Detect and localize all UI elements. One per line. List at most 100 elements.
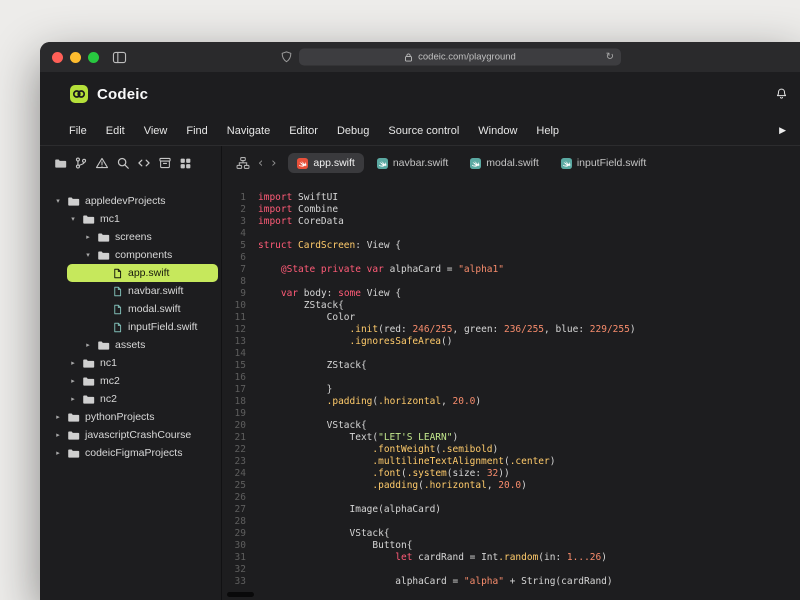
- swift-file-icon: [561, 158, 572, 169]
- code-line-17: 17 }: [222, 384, 800, 396]
- tree-item-pythonprojects[interactable]: ▸ pythonProjects: [40, 408, 221, 426]
- line-number: 4: [222, 228, 246, 240]
- code-editor[interactable]: 1import SwiftUI2import Combine3import Co…: [222, 180, 800, 600]
- hierarchy-icon[interactable]: [236, 156, 250, 170]
- code-line-10: 10 ZStack{: [222, 300, 800, 312]
- minimize-window-button[interactable]: [70, 52, 81, 63]
- tree-item-nc2[interactable]: ▸ nc2: [40, 390, 221, 408]
- url-bar[interactable]: codeic.com/playground ↻: [299, 49, 621, 66]
- code-line-13: 13 .ignoresSafeArea(): [222, 336, 800, 348]
- line-number: 14: [222, 348, 246, 360]
- tree-item-label: assets: [115, 339, 145, 351]
- menu-item-edit[interactable]: Edit: [106, 125, 125, 137]
- tree-item-mc2[interactable]: ▸mc2: [40, 372, 221, 390]
- chevron-down-icon[interactable]: ▾: [84, 251, 92, 259]
- chevron-right-icon[interactable]: ▸: [54, 431, 62, 439]
- tab-inputfield-swift[interactable]: inputField.swift: [552, 153, 655, 173]
- shield-icon[interactable]: [281, 51, 292, 64]
- menu-item-navigate[interactable]: Navigate: [227, 125, 270, 137]
- package-icon[interactable]: [158, 156, 172, 170]
- chevron-right-icon[interactable]: ▸: [69, 395, 77, 403]
- tree-item-javascriptcrashcourse[interactable]: ▸javascriptCrashCourse: [40, 426, 221, 444]
- line-number: 25: [222, 480, 246, 492]
- tree-item-navbar-swift[interactable]: navbar.swift: [40, 282, 221, 300]
- chevron-right-icon[interactable]: ▸: [69, 359, 77, 367]
- code-line-2: 2import Combine: [222, 204, 800, 216]
- folder-icon: [67, 429, 80, 442]
- chevron-left-icon[interactable]: ‹: [258, 157, 263, 170]
- tree-item-label: appledevProjects: [85, 195, 166, 207]
- tree-item-inputfield-swift[interactable]: inputField.swift: [40, 318, 221, 336]
- chevron-right-icon[interactable]: ›: [271, 157, 276, 170]
- tree-item-assets[interactable]: ▸ assets: [40, 336, 221, 354]
- menu-item-debug[interactable]: Debug: [337, 125, 369, 137]
- tree-item-appledevprojects[interactable]: ▾ appledevProjects: [40, 192, 221, 210]
- menu-item-file[interactable]: File: [69, 125, 87, 137]
- tree-item-codeicfigmaprojects[interactable]: ▸codeicFigmaProjects: [40, 444, 221, 462]
- menu-item-editor[interactable]: Editor: [289, 125, 318, 137]
- code-line-31: 31 let cardRand = Int.random(in: 1...26): [222, 552, 800, 564]
- tab-label: app.swift: [313, 157, 354, 169]
- code-text: Color: [246, 312, 355, 324]
- code-text: ZStack{: [246, 300, 344, 312]
- tree-item-app-swift[interactable]: app.swift: [67, 264, 218, 282]
- code-icon[interactable]: [137, 156, 151, 170]
- run-icon[interactable]: ▶: [779, 126, 786, 136]
- line-number: 10: [222, 300, 246, 312]
- line-number: 11: [222, 312, 246, 324]
- sidebar: ▾ appledevProjects ▾ mc1 ▸screens▾components…: [40, 146, 222, 600]
- horizontal-scrollbar-thumb[interactable]: [227, 592, 254, 597]
- code-line-18: 18 .padding(.horizontal, 20.0): [222, 396, 800, 408]
- chevron-right-icon[interactable]: ▸: [69, 377, 77, 385]
- chevron-right-icon[interactable]: ▸: [54, 413, 62, 421]
- tab-navbar-swift[interactable]: navbar.swift: [368, 153, 457, 173]
- search-icon[interactable]: [116, 156, 130, 170]
- menu-item-help[interactable]: Help: [536, 125, 559, 137]
- tab-label: navbar.swift: [393, 157, 448, 169]
- menu-item-window[interactable]: Window: [478, 125, 517, 137]
- zoom-window-button[interactable]: [88, 52, 99, 63]
- swift-file-icon: [297, 158, 308, 169]
- swift-file-icon: [377, 158, 388, 169]
- extensions-icon[interactable]: [179, 157, 192, 170]
- refresh-icon[interactable]: ↻: [606, 52, 614, 62]
- lock-icon: [404, 52, 413, 62]
- tab-modal-swift[interactable]: modal.swift: [461, 153, 548, 173]
- code-line-33: 33 alphaCard = "alpha" + String(cardRand…: [222, 576, 800, 588]
- tree-item-mc1[interactable]: ▾ mc1: [40, 210, 221, 228]
- code-line-6: 6: [222, 252, 800, 264]
- code-line-28: 28: [222, 516, 800, 528]
- warning-icon[interactable]: [95, 156, 109, 170]
- folder-icon[interactable]: [54, 157, 67, 170]
- code-text: [246, 252, 258, 264]
- tree-item-components[interactable]: ▾components: [40, 246, 221, 264]
- chevron-down-icon[interactable]: ▾: [54, 197, 62, 205]
- tree-item-label: modal.swift: [128, 303, 181, 315]
- code-line-32: 32: [222, 564, 800, 576]
- chevron-right-icon[interactable]: ▸: [84, 233, 92, 241]
- bell-icon[interactable]: [775, 87, 788, 101]
- sidebar-toggle-icon[interactable]: [112, 51, 127, 64]
- line-number: 19: [222, 408, 246, 420]
- tab-app-swift[interactable]: app.swift: [288, 153, 363, 173]
- line-number: 3: [222, 216, 246, 228]
- git-branch-icon[interactable]: [74, 156, 88, 170]
- tree-item-modal-swift[interactable]: modal.swift: [40, 300, 221, 318]
- code-text: struct CardScreen: View {: [246, 240, 401, 252]
- code-line-8: 8: [222, 276, 800, 288]
- menu-item-source-control[interactable]: Source control: [388, 125, 459, 137]
- chevron-right-icon[interactable]: ▸: [54, 449, 62, 457]
- tree-item-screens[interactable]: ▸screens: [40, 228, 221, 246]
- tree-item-label: inputField.swift: [128, 321, 197, 333]
- close-window-button[interactable]: [52, 52, 63, 63]
- tree-item-label: pythonProjects: [85, 411, 154, 423]
- menu-item-find[interactable]: Find: [186, 125, 207, 137]
- folder-icon: [82, 357, 95, 370]
- tree-item-label: mc1: [100, 213, 120, 225]
- menu-item-view[interactable]: View: [144, 125, 168, 137]
- tree-item-label: nc2: [100, 393, 117, 405]
- chevron-down-icon[interactable]: ▾: [69, 215, 77, 223]
- code-text: import Combine: [246, 204, 338, 216]
- tree-item-nc1[interactable]: ▸nc1: [40, 354, 221, 372]
- chevron-right-icon[interactable]: ▸: [84, 341, 92, 349]
